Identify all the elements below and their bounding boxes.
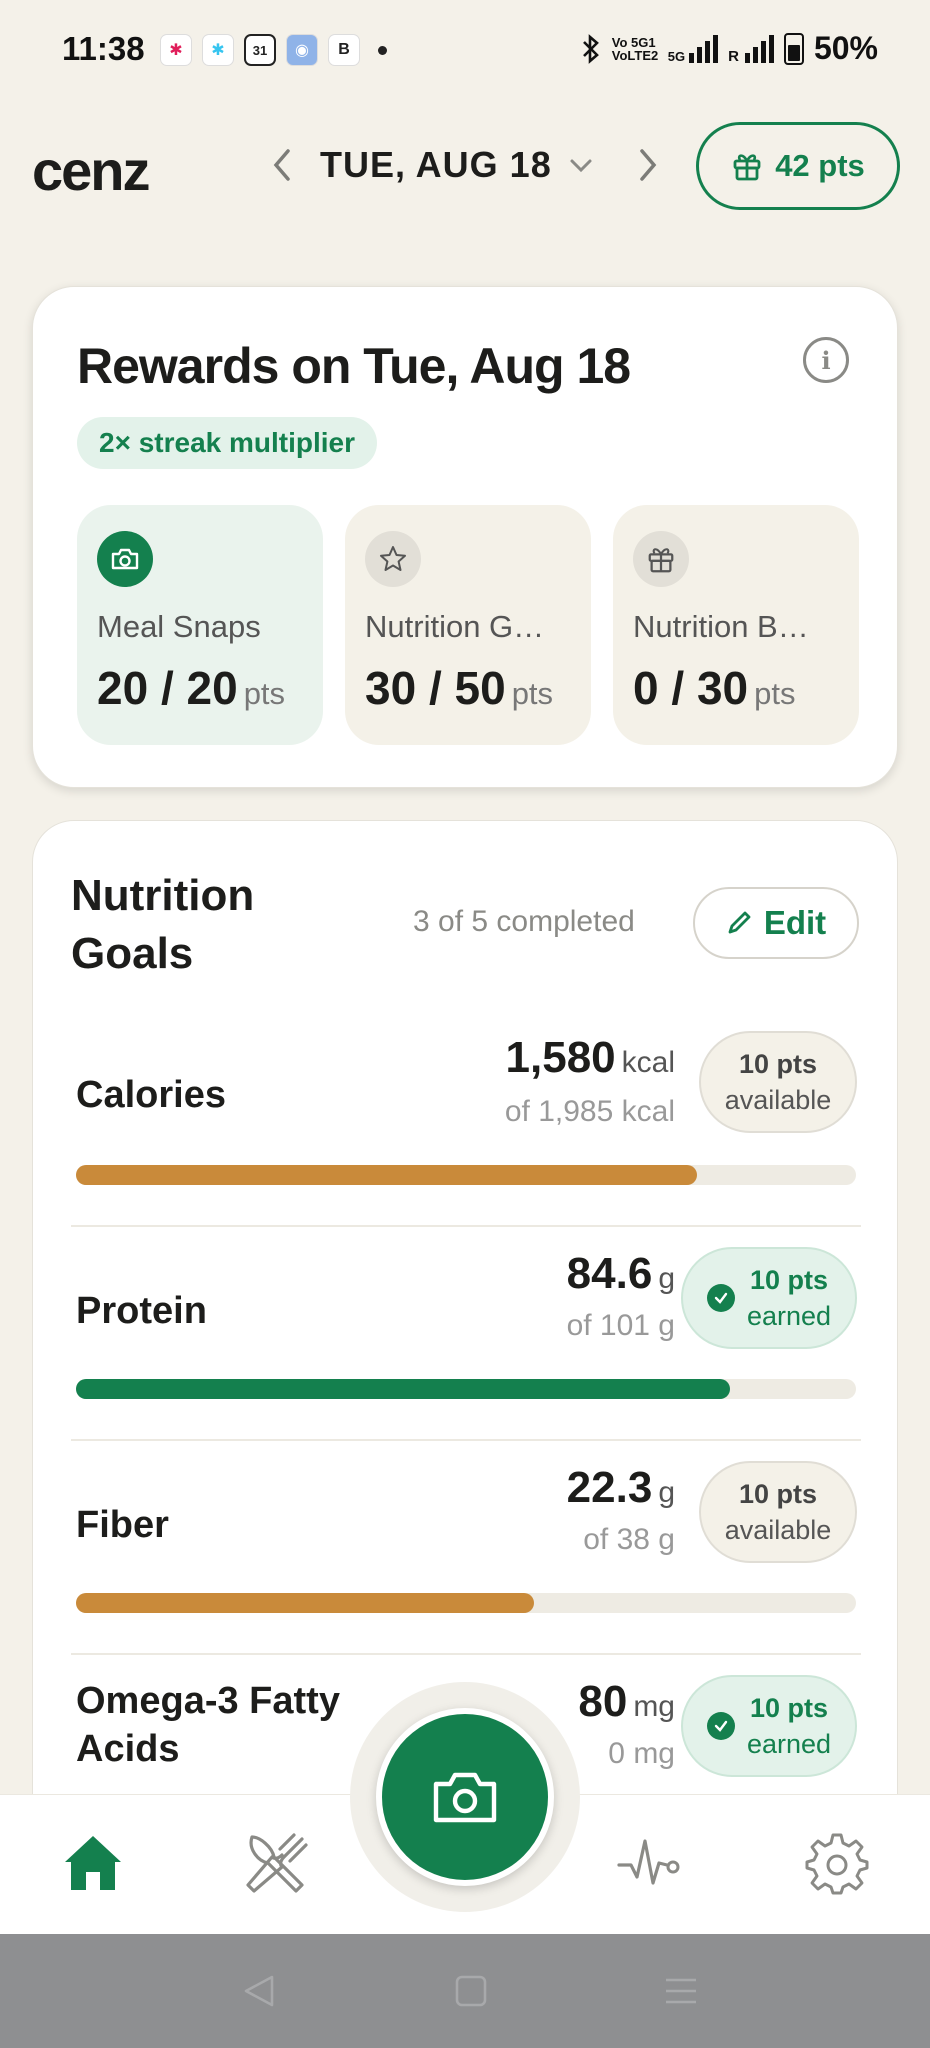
back-icon[interactable] — [234, 1968, 284, 2014]
status-time: 11:38 — [62, 30, 145, 67]
goals-title: Nutrition Goals — [71, 871, 255, 978]
progress-bar — [76, 1593, 856, 1613]
points-button[interactable]: 42 pts — [696, 122, 900, 210]
goal-row-protein[interactable]: Protein 84.6 g of 101 g 10 pts earned — [71, 1227, 861, 1441]
reward-tile-nutrition-bonus[interactable]: Nutrition B… 0 / 30 pts — [613, 505, 859, 745]
star-icon — [365, 531, 421, 587]
camera-button[interactable] — [376, 1708, 554, 1886]
goal-row-fiber[interactable]: Fiber 22.3 g of 38 g 10 pts available — [71, 1441, 861, 1655]
points-badge: 10 pts available — [699, 1031, 857, 1133]
notification-icons: ✱ ✱ 31 ◉ B — [160, 34, 387, 66]
edit-goals-button[interactable]: Edit — [693, 887, 859, 959]
goal-name: Protein — [76, 1290, 207, 1332]
reward-tiles: Meal Snaps 20 / 20 pts Nutrition G… 30 / … — [77, 505, 859, 745]
slack-icon: ✱ — [160, 34, 192, 66]
home-icon[interactable] — [53, 1823, 133, 1903]
status-indicators: Vo 5G1 VoLTE2 5G R 50% — [580, 30, 878, 67]
home-square-icon[interactable] — [446, 1968, 496, 2014]
edit-label: Edit — [763, 904, 827, 941]
tile-label: Nutrition B… — [633, 609, 809, 644]
goal-target: of 38 g — [583, 1523, 675, 1556]
date-label[interactable]: TUE, AUG 18 — [320, 144, 552, 186]
goal-amount: 80 mg — [578, 1677, 675, 1726]
system-nav-bar — [0, 1934, 930, 2048]
reward-tile-meal-snaps[interactable]: Meal Snaps 20 / 20 pts — [77, 505, 323, 745]
network-5g-label: 5G — [667, 48, 686, 64]
chevron-left-icon[interactable] — [262, 140, 302, 190]
goal-target: 0 mg — [608, 1737, 675, 1770]
tile-label: Meal Snaps — [97, 609, 261, 644]
goal-row-calories[interactable]: Calories 1,580 kcal of 1,985 kcal 10 pts … — [71, 1013, 861, 1227]
info-icon[interactable]: i — [803, 337, 849, 383]
goal-name: Fiber — [76, 1504, 169, 1546]
progress-fill — [76, 1379, 730, 1399]
signal-icon — [744, 34, 774, 63]
rewards-title: Rewards on Tue, Aug 18 — [77, 338, 631, 394]
tile-label: Nutrition G… — [365, 609, 545, 644]
gift-icon — [733, 154, 761, 181]
points-label: 42 pts — [775, 148, 865, 183]
goal-amount: 22.3 g — [566, 1463, 675, 1512]
points-badge: 10 pts earned — [681, 1675, 857, 1777]
goal-target: of 1,985 kcal — [504, 1095, 675, 1128]
battery-level: 50% — [813, 30, 878, 66]
more-notifications-icon — [378, 45, 387, 55]
vpn-icon: ◉ — [286, 34, 318, 66]
recents-menu-icon[interactable] — [656, 1968, 706, 2014]
app-logo: cenz — [32, 139, 150, 202]
chevron-right-icon[interactable] — [628, 140, 668, 190]
camera-icon — [97, 531, 153, 587]
progress-fill — [76, 1593, 534, 1613]
tile-value: 30 / 50 pts — [365, 662, 554, 714]
roaming-label: R — [728, 47, 739, 65]
points-badge: 10 pts available — [699, 1461, 857, 1563]
nutrition-goals-card: Nutrition Goals 3 of 5 completed Edit Ca… — [32, 820, 898, 1820]
bluetooth-icon — [582, 33, 599, 64]
b-app-icon: B — [328, 34, 360, 66]
camera-icon — [433, 1772, 497, 1823]
goal-target: of 101 g — [566, 1309, 675, 1342]
settings-icon[interactable] — [797, 1823, 877, 1903]
slack-icon: ✱ — [202, 34, 234, 66]
activity-icon[interactable] — [610, 1823, 690, 1903]
progress-fill — [76, 1165, 697, 1185]
calendar-icon: 31 — [244, 34, 276, 66]
goal-amount: 84.6 g — [566, 1249, 675, 1298]
date-picker[interactable]: TUE, AUG 18 — [320, 144, 594, 186]
network-label: Vo 5G1 VoLTE2 — [611, 34, 659, 63]
goals-progress-text: 3 of 5 completed — [413, 905, 635, 938]
rewards-card: Rewards on Tue, Aug 18 i 2× streak multi… — [32, 286, 898, 788]
check-icon — [706, 1284, 735, 1312]
pencil-icon — [728, 911, 751, 934]
goal-amount: 1,580 kcal — [505, 1033, 675, 1082]
check-icon — [706, 1712, 735, 1740]
gift-icon — [633, 531, 689, 587]
battery-icon — [783, 32, 804, 65]
goal-name: Omega-3 Fatty Acids — [76, 1680, 340, 1770]
tile-value: 0 / 30 pts — [633, 662, 796, 714]
progress-bar — [76, 1379, 856, 1399]
status-bar: 11:38 ✱ ✱ 31 ◉ B Vo 5G1 VoLTE2 5G R 50% — [0, 0, 930, 100]
date-navigator: TUE, AUG 18 — [262, 140, 668, 190]
utensils-icon[interactable] — [236, 1823, 316, 1903]
points-badge: 10 pts earned — [681, 1247, 857, 1349]
reward-tile-nutrition-goals[interactable]: Nutrition G… 30 / 50 pts — [345, 505, 591, 745]
chevron-down-icon[interactable] — [568, 156, 594, 174]
goal-name: Calories — [76, 1074, 226, 1116]
signal-icon — [689, 34, 719, 63]
tile-value: 20 / 20 pts — [97, 662, 286, 714]
progress-bar — [76, 1165, 856, 1185]
streak-badge: 2× streak multiplier — [77, 417, 378, 469]
